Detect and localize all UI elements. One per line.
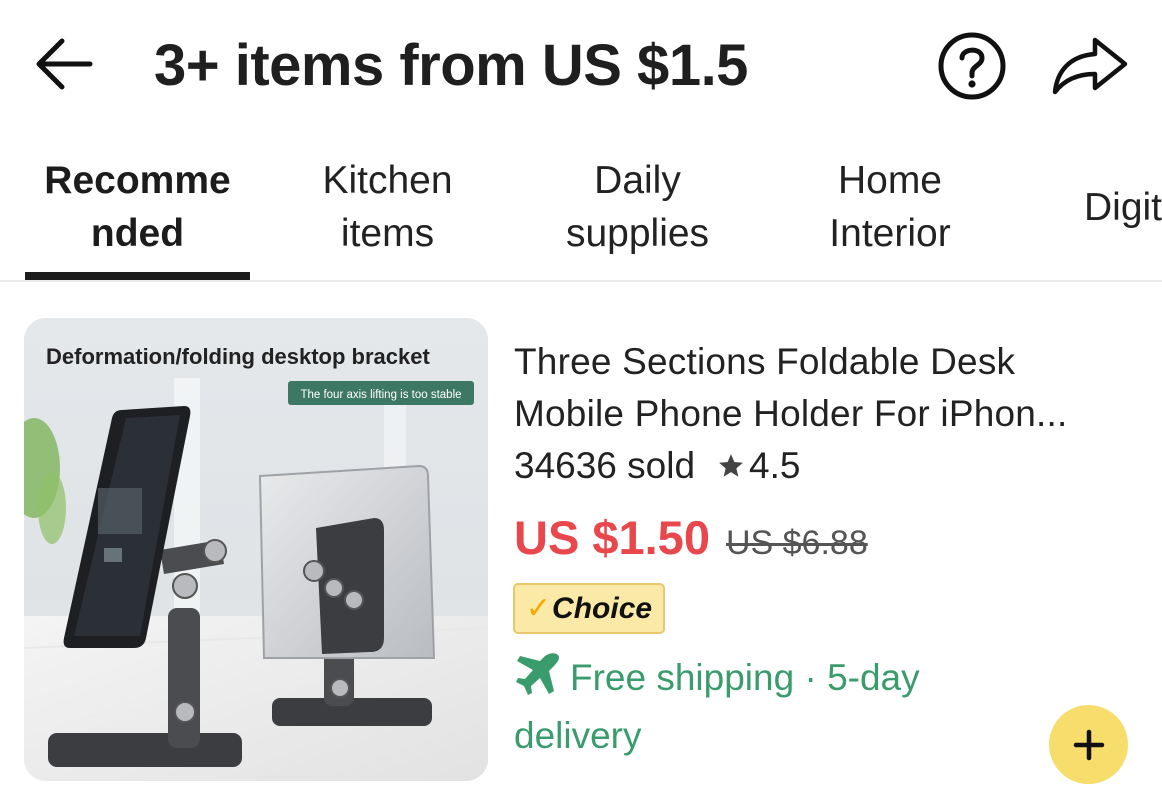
back-button[interactable] (28, 28, 100, 100)
tab-label-line1: Recomme (44, 159, 231, 202)
tab-recommended[interactable]: Recomme nded (25, 154, 250, 260)
product-meta: 34636 sold 4.5 (514, 440, 800, 492)
rating-value: 4.5 (749, 445, 801, 486)
tab-label-line1: Digit (1084, 186, 1162, 229)
product-list-page: 3+ items from US $1.5 Recomme nded Kitch… (0, 0, 1162, 804)
tab-kitchen-items[interactable]: Kitchen items (290, 154, 485, 260)
tab-label-line1: Daily (594, 159, 681, 202)
shipping-text: Free shipping · 5-day delivery (514, 657, 920, 756)
shipping-info: Free shipping · 5-day delivery (514, 652, 994, 762)
header: 3+ items from US $1.5 (0, 0, 1162, 130)
tab-label-line2: supplies (565, 212, 710, 255)
add-to-cart-button[interactable] (1049, 705, 1128, 784)
product-title-line2: Mobile Phone Holder For iPhon... (514, 393, 1068, 434)
tab-digital[interactable]: Digit (1084, 181, 1162, 234)
question-circle-icon (938, 32, 1006, 100)
product-image[interactable]: Deformation/folding desktop bracket The … (24, 318, 488, 781)
check-icon: ✓ (525, 591, 552, 625)
tab-label-line1: Home (837, 159, 943, 202)
tab-label-line2: nded (90, 212, 185, 255)
current-price: US $1.50 (514, 511, 710, 564)
product-card[interactable]: Deformation/folding desktop bracket The … (0, 300, 1162, 804)
tab-daily-supplies[interactable]: Daily supplies (535, 154, 740, 260)
product-title-line1: Three Sections Foldable Desk (514, 341, 1016, 382)
tab-label-line2: items (340, 212, 435, 255)
tab-label-line1: Kitchen (322, 159, 453, 202)
phone-stand-illustration: Deformation/folding desktop bracket The … (24, 318, 488, 781)
share-arrow-icon (1052, 37, 1128, 95)
product-title[interactable]: Three Sections Foldable Desk Mobile Phon… (514, 336, 1134, 440)
image-tag: The four axis lifting is too stable (300, 389, 461, 401)
tab-label-line2: Interior (829, 212, 951, 255)
page-title: 3+ items from US $1.5 (154, 33, 748, 98)
image-caption: Deformation/folding desktop bracket (46, 344, 430, 369)
price-row: US $1.50 US $6.88 (514, 510, 868, 565)
tab-home-interior[interactable]: Home Interior (790, 154, 990, 260)
star-icon (717, 452, 745, 480)
category-tabs: Recomme nded Kitchen items Daily supplie… (0, 150, 1162, 282)
choice-label: Choice (552, 591, 653, 625)
arrow-left-icon (36, 38, 93, 90)
share-button[interactable] (1044, 28, 1134, 104)
sold-count: 34636 sold (514, 445, 696, 486)
plus-icon (1073, 729, 1104, 760)
help-button[interactable] (934, 28, 1010, 104)
original-price: US $6.88 (725, 524, 868, 562)
choice-badge: ✓ Choice (513, 583, 665, 634)
active-tab-indicator (25, 272, 250, 280)
airplane-icon (514, 652, 562, 710)
